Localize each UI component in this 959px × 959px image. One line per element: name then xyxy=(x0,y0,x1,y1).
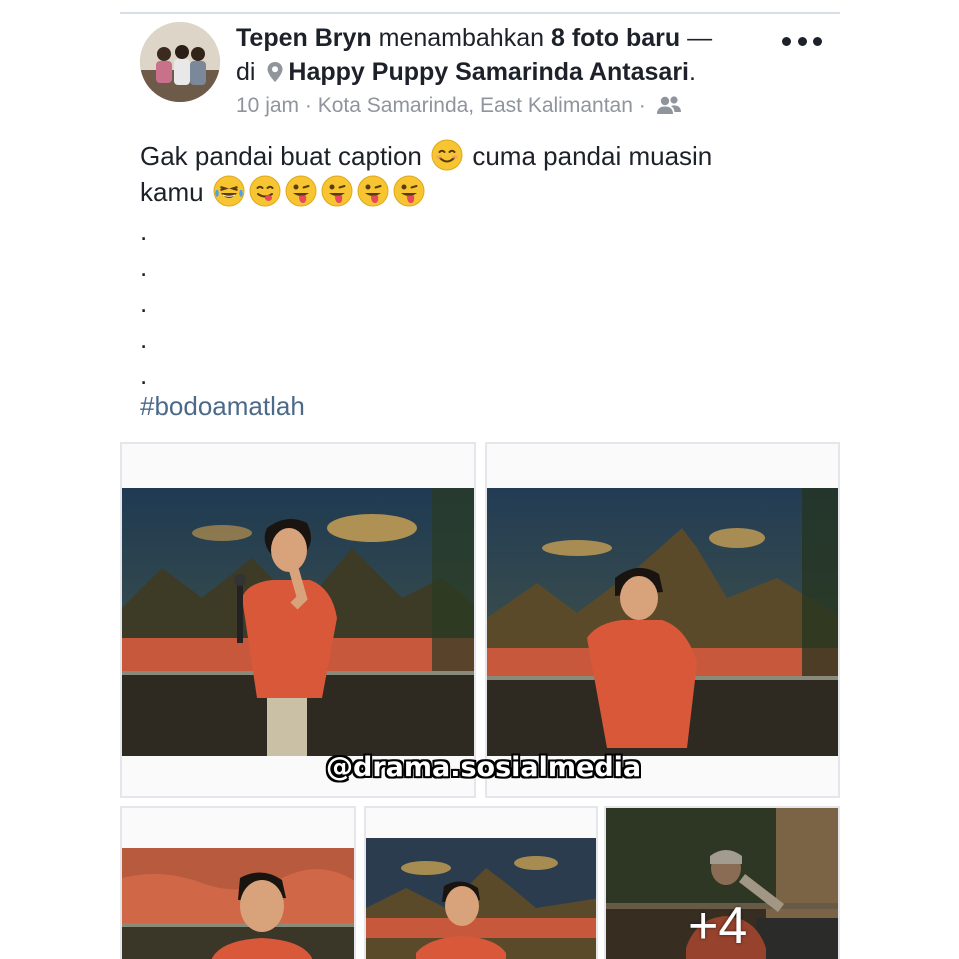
yum-face-emoji-icon xyxy=(249,175,281,207)
location-pin-icon xyxy=(267,62,283,82)
caption-line-2: kamu xyxy=(140,174,820,210)
post-time[interactable]: 10 jam xyxy=(236,94,299,117)
photo-1-image xyxy=(122,488,474,756)
more-dot-1 xyxy=(782,36,791,46)
meta-separator-2: · xyxy=(638,94,646,117)
tongue-wink-emoji-icon xyxy=(285,175,317,207)
avatar-photo xyxy=(140,22,220,102)
photo-3[interactable] xyxy=(120,806,356,959)
more-dot-3 xyxy=(813,36,822,46)
previous-card-edge xyxy=(120,0,840,14)
caption-text-1: Gak pandai buat caption xyxy=(140,141,422,171)
caption-dot-3: . xyxy=(140,288,148,318)
more-photos-count[interactable]: +4 xyxy=(688,898,747,954)
photo-2-image xyxy=(487,488,838,756)
caption-text-3: kamu xyxy=(140,177,204,207)
post-header-line1: Tepen Bryn menambahkan 8 foto baru — xyxy=(236,22,712,54)
more-dot-2 xyxy=(797,36,807,46)
author-name[interactable]: Tepen Bryn xyxy=(236,24,372,52)
post-header-line2: di Happy Puppy Samarinda Antasari. xyxy=(236,56,696,88)
tongue-wink-emoji-icon xyxy=(357,175,389,207)
caption-line-1: Gak pandai buat caption cuma pandai muas… xyxy=(140,138,820,174)
author-avatar[interactable] xyxy=(140,22,220,102)
meta-separator-1: · xyxy=(304,94,312,117)
caption-text-2: cuma pandai muasin xyxy=(472,141,713,171)
caption-dot-5: . xyxy=(140,360,148,390)
hashtag-link[interactable]: #bodoamatlah xyxy=(140,390,305,422)
place-period: . xyxy=(689,58,696,86)
photo-2[interactable] xyxy=(485,442,840,798)
more-options-button[interactable] xyxy=(782,30,822,52)
photo-count-link[interactable]: 8 foto baru xyxy=(551,24,680,52)
place-link[interactable]: Happy Puppy Samarinda Antasari xyxy=(288,58,689,86)
caption-dot-2: . xyxy=(140,252,148,282)
watermark-text: @drama.sosialmedia xyxy=(326,752,642,783)
photo-3-image xyxy=(122,848,354,959)
post-caption: Gak pandai buat caption cuma pandai muas… xyxy=(140,138,820,210)
smiling-face-emoji-icon xyxy=(431,139,463,171)
photo-4[interactable] xyxy=(364,806,598,959)
tongue-wink-emoji-icon xyxy=(393,175,425,207)
at-label: di xyxy=(236,58,256,86)
post-action: menambahkan xyxy=(378,24,545,52)
caption-dot-1: . xyxy=(140,216,148,246)
post-location[interactable]: Kota Samarinda, East Kalimantan xyxy=(318,94,633,117)
friends-icon[interactable] xyxy=(656,95,682,115)
header-dash: — xyxy=(687,24,713,52)
tears-of-joy-emoji-icon xyxy=(213,175,245,207)
caption-dot-4: . xyxy=(140,324,148,354)
photo-4-image xyxy=(366,838,596,959)
post-meta: 10 jam · Kota Samarinda, East Kalimantan… xyxy=(236,92,682,120)
tongue-wink-emoji-icon xyxy=(321,175,353,207)
photo-1[interactable] xyxy=(120,442,476,798)
